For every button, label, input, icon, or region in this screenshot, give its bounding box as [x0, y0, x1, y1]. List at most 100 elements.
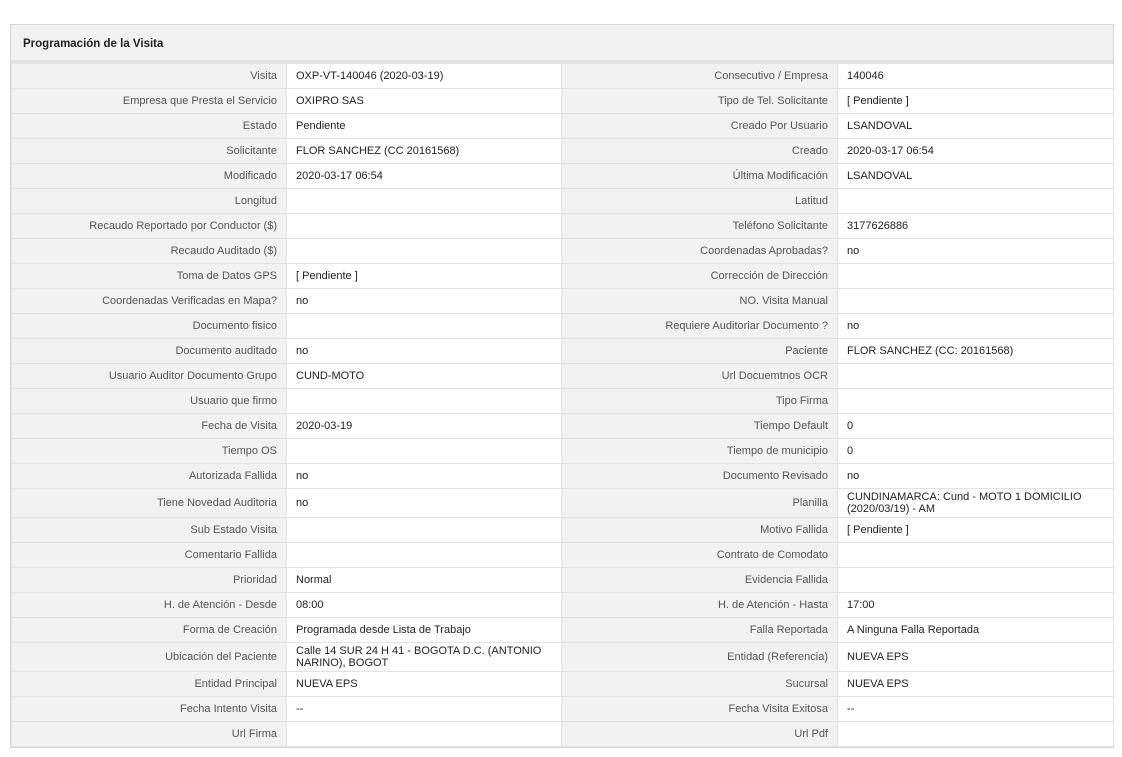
field-label: Última Modificación	[561, 163, 838, 189]
table-row: Documento auditado no Paciente FLOR SANCHEZ…	[11, 338, 1114, 364]
field-label: H. de Atención - Desde	[11, 592, 287, 618]
field-value: Calle 14 SUR 24 H 41 - BOGOTA D.C. (ANTO…	[286, 642, 562, 672]
field-label: Documento Revisado	[561, 463, 838, 489]
field-label: Solicitante	[11, 138, 287, 164]
field-value: no	[286, 338, 562, 364]
field-value: 3177626886	[837, 213, 1114, 239]
field-value: CUNDINAMARCA: Cund - MOTO 1 DOMICILIO (2…	[837, 488, 1114, 518]
table-row: Coordenadas Verificadas en Mapa? no NO. Vi…	[11, 288, 1114, 314]
field-label: Visita	[11, 63, 287, 89]
field-label: Usuario que firmo	[11, 388, 287, 414]
field-label: Sub Estado Visita	[11, 517, 287, 543]
field-value: FLOR SANCHEZ (CC: 20161568)	[837, 338, 1114, 364]
field-label: Ubicación del Paciente	[11, 642, 287, 672]
field-value	[286, 213, 562, 239]
table-row: H. de Atención - Desde 08:00 H. de Atenció…	[11, 592, 1114, 618]
table-row: Recaudo Auditado ($) Coordenadas Aprobada…	[11, 238, 1114, 264]
field-value: no	[837, 313, 1114, 339]
field-label: Coordenadas Verificadas en Mapa?	[11, 288, 287, 314]
field-value: 140046	[837, 63, 1114, 89]
field-value	[286, 438, 562, 464]
field-value: [ Pendiente ]	[286, 263, 562, 289]
table-row: Recaudo Reportado por Conductor ($) Teléf…	[11, 213, 1114, 239]
field-label: Paciente	[561, 338, 838, 364]
field-value: LSANDOVAL	[837, 113, 1114, 139]
field-label: Prioridad	[11, 567, 287, 593]
field-label: Recaudo Auditado ($)	[11, 238, 287, 264]
field-label: Modificado	[11, 163, 287, 189]
field-value	[286, 721, 562, 747]
field-label: Url Firma	[11, 721, 287, 747]
table-row: Usuario Auditor Documento Grupo CUND-MOTO…	[11, 363, 1114, 389]
field-value: OXIPRO SAS	[286, 88, 562, 114]
field-label: Teléfono Solicitante	[561, 213, 838, 239]
table-row: Forma de Creación Programada desde Lista …	[11, 617, 1114, 643]
table-row: Estado Pendiente Creado Por Usuario LSANDOV…	[11, 113, 1114, 139]
field-value	[837, 263, 1114, 289]
field-value: 17:00	[837, 592, 1114, 618]
field-value	[837, 721, 1114, 747]
field-value	[286, 188, 562, 214]
field-label: Tipo de Tel. Solicitante	[561, 88, 838, 114]
field-label: Forma de Creación	[11, 617, 287, 643]
field-value: 2020-03-17 06:54	[837, 138, 1114, 164]
field-value	[837, 388, 1114, 414]
field-label: Evidencia Fallida	[561, 567, 838, 593]
field-label: Empresa que Presta el Servicio	[11, 88, 287, 114]
field-value	[286, 313, 562, 339]
field-label: Falla Reportada	[561, 617, 838, 643]
field-value: Normal	[286, 567, 562, 593]
field-label: Tiempo de municipio	[561, 438, 838, 464]
table-row: Tiene Novedad Auditoria no Planilla CUNDINA…	[11, 488, 1114, 518]
field-value: no	[286, 488, 562, 518]
field-value: LSANDOVAL	[837, 163, 1114, 189]
field-value: 08:00	[286, 592, 562, 618]
table-row: Sub Estado Visita Motivo Fallida[ Pendien…	[11, 517, 1114, 543]
field-value	[837, 567, 1114, 593]
table-row: Comentario Fallida Contrato de Comodato	[11, 542, 1114, 568]
field-label: Corrección de Dirección	[561, 263, 838, 289]
field-label: Comentario Fallida	[11, 542, 287, 568]
table-row: Autorizada Fallida no Documento Revisado no	[11, 463, 1114, 489]
table-row: Usuario que firmo Tipo Firma	[11, 388, 1114, 414]
field-value: 2020-03-19	[286, 413, 562, 439]
field-label: Coordenadas Aprobadas?	[561, 238, 838, 264]
field-label: Tiempo Default	[561, 413, 838, 439]
visit-schedule-panel: Programación de la Visita Visita OXP-VT-1…	[10, 24, 1114, 748]
field-label: Fecha de Visita	[11, 413, 287, 439]
field-value	[286, 238, 562, 264]
field-label: Autorizada Fallida	[11, 463, 287, 489]
field-value: Pendiente	[286, 113, 562, 139]
table-row: Ubicación del Paciente Calle 14 SUR 24 H …	[11, 642, 1114, 672]
field-label: Documento auditado	[11, 338, 287, 364]
field-value: FLOR SANCHEZ (CC 20161568)	[286, 138, 562, 164]
field-label: Fecha Intento Visita	[11, 696, 287, 722]
table-row: Documento fisico Requiere Auditoriar Docu…	[11, 313, 1114, 339]
table-row: Empresa que Presta el Servicio OXIPRO SAS…	[11, 88, 1114, 114]
table-row: Visita OXP-VT-140046 (2020-03-19) Consecut…	[11, 63, 1114, 89]
field-label: Longitud	[11, 188, 287, 214]
field-label: Consecutivo / Empresa	[561, 63, 838, 89]
table-row: Prioridad Normal Evidencia Fallida	[11, 567, 1114, 593]
field-label: Latitud	[561, 188, 838, 214]
field-label: Url Docuemtnos OCR	[561, 363, 838, 389]
field-value: 0	[837, 438, 1114, 464]
field-label: Contrato de Comodato	[561, 542, 838, 568]
field-value: NUEVA EPS	[286, 671, 562, 697]
field-label: Sucursal	[561, 671, 838, 697]
table-row: Url Firma Url Pdf	[11, 721, 1114, 747]
field-value	[837, 188, 1114, 214]
field-value: no	[837, 463, 1114, 489]
field-value: A Ninguna Falla Reportada	[837, 617, 1114, 643]
field-label: Tiempo OS	[11, 438, 287, 464]
field-label: Tiene Novedad Auditoria	[11, 488, 287, 518]
field-value: no	[837, 238, 1114, 264]
field-label: Toma de Datos GPS	[11, 263, 287, 289]
table-row: Solicitante FLOR SANCHEZ (CC 20161568) Cre…	[11, 138, 1114, 164]
table-row: Tiempo OS Tiempo de municipio 0	[11, 438, 1114, 464]
field-label: Estado	[11, 113, 287, 139]
field-value: --	[286, 696, 562, 722]
field-value	[286, 388, 562, 414]
field-value: 0	[837, 413, 1114, 439]
field-value: NUEVA EPS	[837, 642, 1114, 672]
